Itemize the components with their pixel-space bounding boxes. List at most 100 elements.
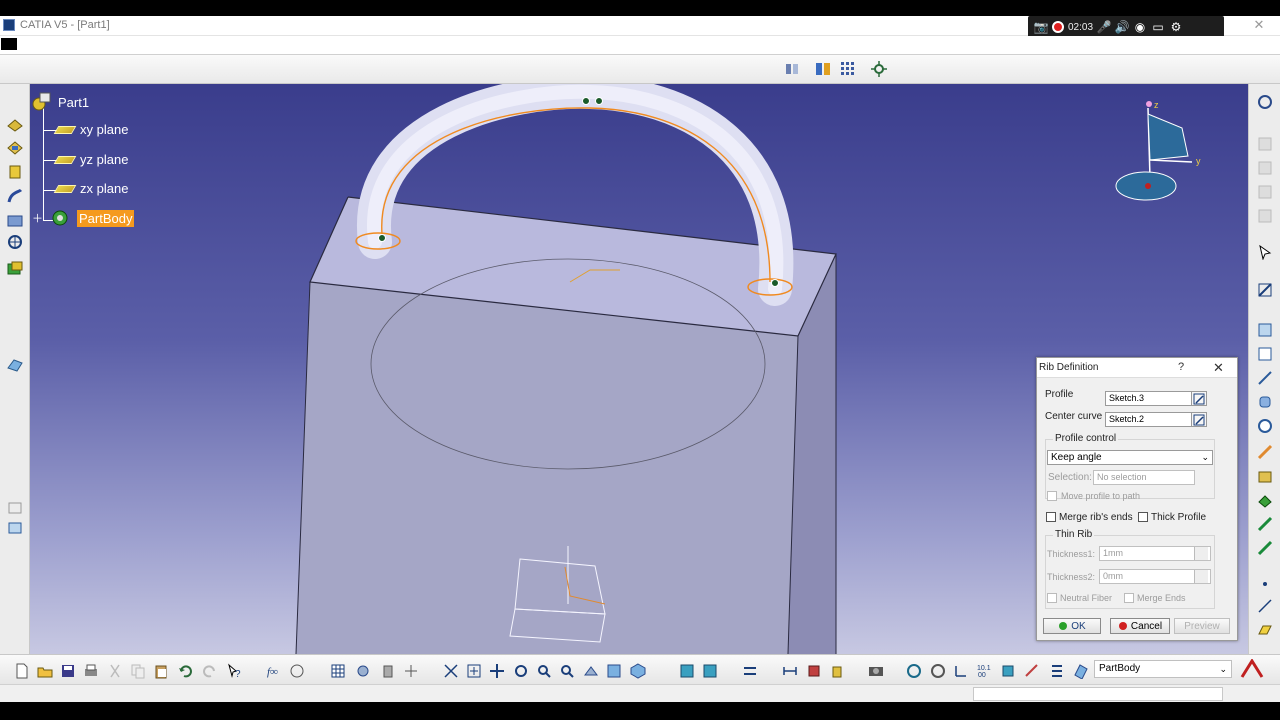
expand-plus-icon[interactable]: ＋ (32, 210, 43, 226)
selection-field[interactable]: No selection (1093, 470, 1195, 485)
solid-combine-icon[interactable] (6, 260, 24, 276)
reframe-icon[interactable] (930, 663, 948, 679)
select-arrow-icon[interactable] (1257, 244, 1273, 261)
multi-section-icon[interactable] (6, 212, 24, 228)
swap-view-icon[interactable] (814, 60, 832, 78)
dialog-close-icon[interactable]: ✕ (1213, 360, 1224, 376)
multi-view-icon[interactable] (606, 663, 624, 679)
knowledge-icon[interactable] (289, 663, 307, 679)
move-profile-checkbox[interactable] (1047, 491, 1057, 501)
point-tool-icon[interactable] (1257, 346, 1273, 362)
profile-edit-sketch-button[interactable] (1191, 391, 1207, 406)
normal-view-icon[interactable] (583, 663, 601, 679)
profile-control-select[interactable]: Keep angle ⌄ (1047, 450, 1213, 465)
formula-icon[interactable]: f∞ (266, 663, 284, 679)
pocket-icon[interactable] (6, 140, 24, 156)
print-icon[interactable] (83, 663, 101, 679)
cylinder-tool-icon[interactable] (1257, 394, 1273, 410)
neutral-fiber-checkbox[interactable] (1047, 593, 1057, 603)
iso-view-icon[interactable] (630, 663, 648, 679)
cancel-button[interactable]: Cancel (1110, 618, 1170, 634)
current-body-select[interactable]: PartBody ⌄ (1094, 660, 1232, 678)
help-button[interactable]: ? (1178, 361, 1184, 373)
preview-button[interactable]: Preview (1174, 618, 1230, 634)
hide-show-icon[interactable] (702, 663, 720, 679)
zoom-in-icon[interactable] (536, 663, 554, 679)
surface-icon[interactable] (6, 356, 24, 372)
rotate-icon[interactable] (513, 663, 531, 679)
tree-item-partbody[interactable]: ＋ PartBody (32, 208, 135, 228)
zoom-out-icon[interactable] (559, 663, 577, 679)
merge-ends-checkbox[interactable] (1124, 593, 1134, 603)
catalog-icon[interactable] (355, 663, 373, 679)
settings-gear-icon[interactable]: ⚙ (1169, 20, 1183, 34)
mass-icon[interactable] (829, 663, 847, 679)
paste-icon[interactable] (153, 663, 171, 679)
list-icon[interactable] (1048, 663, 1066, 679)
analysis-icon[interactable] (380, 663, 398, 679)
thickness1-spinner[interactable] (1194, 547, 1208, 560)
profile-field[interactable]: Sketch.3 (1105, 391, 1195, 406)
fly-mode-icon[interactable] (443, 663, 461, 679)
constraint-icon[interactable] (1024, 663, 1042, 679)
power-input-field[interactable] (973, 687, 1223, 701)
table-icon[interactable] (330, 663, 348, 679)
window-icon[interactable]: ▭ (1151, 20, 1165, 34)
speaker-icon[interactable]: 🔊 (1115, 20, 1130, 34)
remove-face-icon[interactable] (1257, 540, 1273, 556)
axis-icon[interactable] (953, 663, 971, 679)
rib-icon[interactable] (6, 188, 24, 204)
camera-icon[interactable]: 📷 (1034, 20, 1049, 34)
render-style-icon[interactable] (679, 663, 697, 679)
shell-tool-icon[interactable] (1257, 468, 1273, 484)
microphone-icon[interactable]: 🎤 (1097, 20, 1112, 34)
line-tool-icon[interactable] (1257, 370, 1273, 386)
sketch-analysis-icon[interactable] (1000, 663, 1018, 679)
merge-ribs-checkbox[interactable] (1046, 512, 1056, 522)
axis-system-icon[interactable] (6, 520, 24, 536)
measure-count-icon[interactable]: 10.1 00 (976, 663, 994, 679)
sphere-tool-icon[interactable] (1257, 418, 1273, 434)
plane-tool-icon[interactable] (1257, 322, 1273, 338)
pan-icon[interactable] (489, 663, 507, 679)
tree-item-xy-plane[interactable]: xy plane (53, 122, 128, 137)
tree-root-part[interactable]: Part1 (30, 92, 89, 112)
shaft-icon[interactable] (6, 164, 24, 180)
grid-icon[interactable] (839, 60, 857, 78)
view-mode-icon[interactable] (783, 60, 801, 78)
thick-profile-checkbox[interactable] (1138, 512, 1148, 522)
measure-between-icon[interactable] (782, 663, 800, 679)
plane-icon-right[interactable] (1257, 622, 1273, 638)
measure-item-icon[interactable] (806, 663, 824, 679)
pad-icon[interactable] (6, 116, 24, 132)
tree-item-yz-plane[interactable]: yz plane (53, 152, 128, 167)
snap-point-icon[interactable] (870, 60, 888, 78)
record-icon[interactable] (1052, 21, 1064, 33)
compass-snap-icon[interactable] (403, 663, 421, 679)
new-file-icon[interactable] (14, 663, 32, 679)
fit-all-icon[interactable] (466, 663, 484, 679)
webcam-icon[interactable]: ◉ (1133, 20, 1147, 34)
undo-icon[interactable] (177, 663, 195, 679)
line-icon[interactable] (1257, 598, 1273, 614)
whats-this-icon[interactable]: ? (226, 663, 244, 680)
center-curve-edit-sketch-button[interactable] (1191, 412, 1207, 427)
sketch-icon[interactable] (6, 500, 24, 516)
tree-item-zx-plane[interactable]: zx plane (53, 181, 128, 196)
compass-widget[interactable]: z y (1112, 98, 1208, 208)
save-icon[interactable] (60, 663, 78, 679)
thickness2-spinner[interactable] (1194, 570, 1208, 583)
open-folder-icon[interactable] (37, 663, 55, 679)
window-close-icon[interactable]: ✕ (1251, 17, 1267, 33)
dot-icon[interactable] (1257, 576, 1273, 592)
hole-icon[interactable] (6, 234, 24, 250)
thread-tool-icon[interactable] (1257, 516, 1273, 532)
measure-icon[interactable] (1257, 94, 1273, 110)
thickness-tool-icon[interactable] (1257, 492, 1273, 508)
draft-tool-icon[interactable] (1257, 444, 1273, 460)
update-icon[interactable] (906, 663, 924, 679)
swap-space-icon[interactable] (742, 663, 760, 679)
ok-button[interactable]: OK (1043, 618, 1101, 634)
center-curve-field[interactable]: Sketch.2 (1105, 412, 1195, 427)
body-selector-icon[interactable] (1073, 663, 1091, 680)
